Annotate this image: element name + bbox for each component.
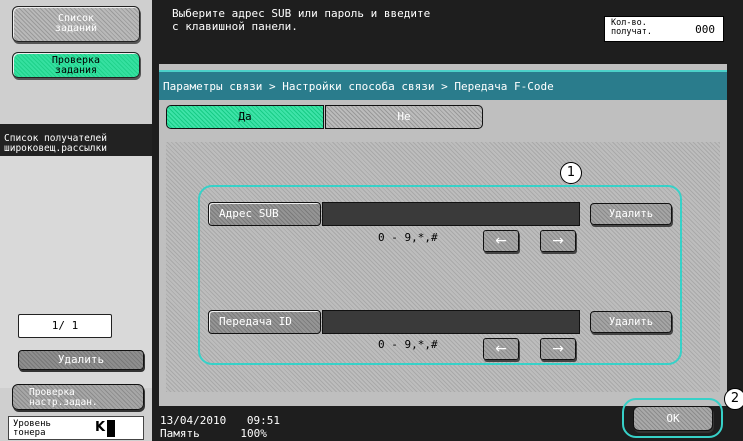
instruction-line1: Выберите адрес SUB или пароль и введите (172, 7, 431, 20)
transmission-id-delete-button[interactable]: Удалить (590, 311, 672, 333)
memory-label: Память (160, 427, 200, 440)
status-time: 09:51 (246, 414, 280, 427)
sub-address-hint: 0 - 9,*,# (378, 231, 438, 244)
date-time-status: 13/04/2010 09:51 Память 100% (160, 414, 280, 440)
memory-value: 100% (240, 427, 267, 440)
recipient-label-line2: получат. (611, 27, 652, 37)
sub-address-delete-button[interactable]: Удалить (590, 203, 672, 225)
job-check-button[interactable]: Проверка задания (12, 52, 140, 78)
toggle-yes-button[interactable]: Да (166, 105, 324, 129)
toner-level: Уровень тонера K (8, 416, 144, 440)
breadcrumb: Параметры связи > Настройки способа связ… (159, 70, 727, 100)
check-settings-line2: настр.задан. (29, 397, 98, 408)
transmission-id-right-arrow-icon[interactable]: → (540, 338, 576, 360)
transmission-id-left-arrow-icon[interactable]: ← (483, 338, 519, 360)
job-check-label-line2: задания (54, 65, 98, 76)
sub-address-field[interactable] (322, 202, 580, 226)
recipient-count-value: 000 (695, 23, 715, 36)
sub-address-left-arrow-icon[interactable]: ← (483, 230, 519, 252)
broadcast-list-header: Список получателей широковещ.рассылки (0, 124, 152, 156)
job-list-label-line2: заданий (54, 23, 98, 34)
check-settings-button[interactable]: Проверка настр.задан. (12, 384, 144, 410)
recipient-count-box: Кол-во. получат. 000 (604, 16, 724, 42)
sub-address-button[interactable]: Адрес SUB (208, 202, 321, 226)
toner-color-label: K (95, 420, 106, 435)
transmission-id-button[interactable]: Передача ID (208, 310, 321, 334)
callout-number-2: 2 (724, 388, 743, 410)
job-list-button[interactable]: Список заданий (12, 6, 140, 42)
status-date: 13/04/2010 (160, 414, 227, 427)
instruction-line2: с клавишной панели. (172, 20, 298, 33)
instruction-message: Выберите адрес SUB или пароль и введите … (172, 7, 430, 33)
page-counter: 1/ 1 (18, 314, 112, 338)
toner-label-line2: тонера (13, 428, 46, 438)
recipient-count-label: Кол-во. получат. (611, 19, 652, 37)
sub-address-right-arrow-icon[interactable]: → (540, 230, 576, 252)
transmission-id-hint: 0 - 9,*,# (378, 338, 438, 351)
toner-level-bar (107, 420, 115, 437)
ok-button[interactable]: OK (633, 406, 713, 431)
broadcast-header-line2: широковещ.рассылки (4, 143, 107, 154)
sidebar-delete-button[interactable]: Удалить (18, 350, 144, 370)
transmission-id-field[interactable] (322, 310, 580, 334)
callout-number-1: 1 (560, 162, 582, 184)
toggle-no-button[interactable]: Не (325, 105, 483, 129)
